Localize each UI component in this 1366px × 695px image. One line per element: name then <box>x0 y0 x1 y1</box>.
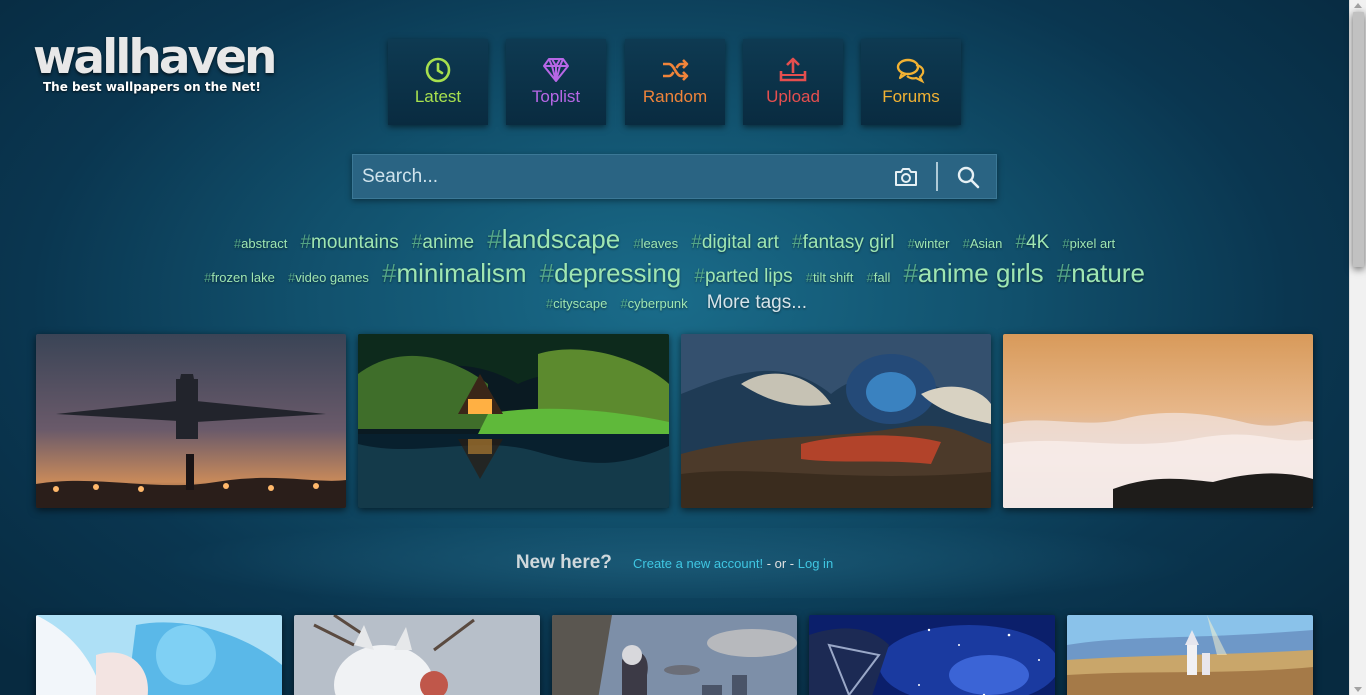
wallpaper-image <box>552 615 797 695</box>
new-here-banner: New here? Create a new account! - or - L… <box>0 528 1349 598</box>
scroll-down-arrow-icon[interactable] <box>1354 687 1362 692</box>
wallpaper-image <box>358 334 669 508</box>
scrollbar-thumb[interactable] <box>1353 12 1364 267</box>
tag-link[interactable]: #leaves <box>633 236 678 251</box>
tag-link[interactable]: #video games <box>288 270 369 285</box>
wallpaper-image <box>1003 334 1313 508</box>
nav-upload-label: Upload <box>766 87 820 106</box>
tag-link[interactable]: #pixel art <box>1062 236 1115 251</box>
nav-latest-button[interactable]: Latest <box>388 39 488 125</box>
nav-toplist-button[interactable]: Toplist <box>506 39 606 125</box>
search-input[interactable] <box>362 155 882 198</box>
featured-wallpaper-thumbnail[interactable] <box>358 334 669 508</box>
tag-link[interactable]: #cyberpunk <box>620 296 687 311</box>
tag-link[interactable]: #frozen lake <box>204 270 275 285</box>
wallpaper-image <box>681 334 991 508</box>
wallpaper-thumbnail[interactable] <box>1067 615 1313 695</box>
site-logo[interactable]: wallhaven The best wallpapers on the Net… <box>33 30 278 94</box>
new-here-heading: New here? <box>515 552 612 573</box>
featured-wallpaper-thumbnail[interactable] <box>1003 334 1313 508</box>
logo-text: wallhaven <box>33 30 278 85</box>
nav-toplist-label: Toplist <box>531 87 581 106</box>
wallpaper-image <box>1067 615 1313 695</box>
featured-wallpaper-thumbnail[interactable] <box>681 334 991 508</box>
wallpaper-image <box>294 615 540 695</box>
tag-link[interactable]: #digital art <box>691 232 779 254</box>
logo-tagline: The best wallpapers on the Net! <box>43 80 261 94</box>
nav-random-button[interactable]: Random <box>625 39 725 125</box>
tag-link[interactable]: #depressing <box>540 258 682 289</box>
create-account-link[interactable]: Create a new account! <box>633 556 763 571</box>
tag-link[interactable]: #abstract <box>234 236 287 251</box>
tag-link[interactable]: #winter <box>908 236 950 251</box>
tag-link[interactable]: #landscape <box>487 224 620 255</box>
tag-link[interactable]: #minimalism <box>382 258 526 289</box>
wallpaper-thumbnail[interactable] <box>809 615 1055 695</box>
featured-wallpaper-thumbnail[interactable] <box>36 334 346 508</box>
upload-icon <box>779 57 807 82</box>
search-icon[interactable] <box>956 165 980 189</box>
tag-link[interactable]: #fall <box>867 270 891 285</box>
tag-link[interactable]: #tilt shift <box>806 270 854 285</box>
wallpaper-image <box>809 615 1055 695</box>
nav-latest-label: Latest <box>414 87 462 106</box>
wallpaper-thumbnail[interactable] <box>294 615 540 695</box>
page-scrollbar[interactable] <box>1349 0 1366 695</box>
wallpaper-image <box>36 615 282 695</box>
clock-icon <box>425 57 451 83</box>
wallpaper-thumbnail[interactable] <box>36 615 282 695</box>
tag-link[interactable]: #nature <box>1057 258 1145 289</box>
tag-link[interactable]: #anime <box>412 232 474 254</box>
search-bar <box>352 154 997 199</box>
nav-random-label: Random <box>642 87 708 106</box>
login-link[interactable]: Log in <box>798 556 833 571</box>
tag-link[interactable]: #cityscape <box>546 296 607 311</box>
tag-cloud-row-3: #cityscape #cyberpunk More tags... <box>0 292 1349 314</box>
nav-upload-button[interactable]: Upload <box>743 39 843 125</box>
tag-link[interactable]: #Asian <box>963 236 1003 251</box>
tag-link[interactable]: #mountains <box>300 232 398 254</box>
search-divider <box>936 162 938 191</box>
more-tags-link[interactable]: More tags... <box>707 292 807 313</box>
tag-link[interactable]: #anime girls <box>903 258 1043 289</box>
tag-cloud-row-1: #abstract #mountains #anime #landscape #… <box>0 224 1349 255</box>
wallpaper-thumbnail[interactable] <box>552 615 797 695</box>
scroll-up-arrow-icon[interactable] <box>1354 3 1362 8</box>
tag-link[interactable]: #4K <box>1015 232 1049 254</box>
wallpaper-image <box>36 334 346 508</box>
camera-icon[interactable] <box>894 166 918 188</box>
or-separator: - or - <box>763 556 798 571</box>
shuffle-icon <box>663 59 689 81</box>
nav-forums-label: Forums <box>882 87 940 106</box>
tag-link[interactable]: #parted lips <box>694 266 792 288</box>
diamond-icon <box>543 58 569 82</box>
tag-cloud-row-2: #frozen lake #video games #minimalism #d… <box>0 258 1349 289</box>
chat-icon <box>896 58 925 84</box>
nav-forums-button[interactable]: Forums <box>861 39 961 125</box>
tag-link[interactable]: #fantasy girl <box>792 232 894 254</box>
